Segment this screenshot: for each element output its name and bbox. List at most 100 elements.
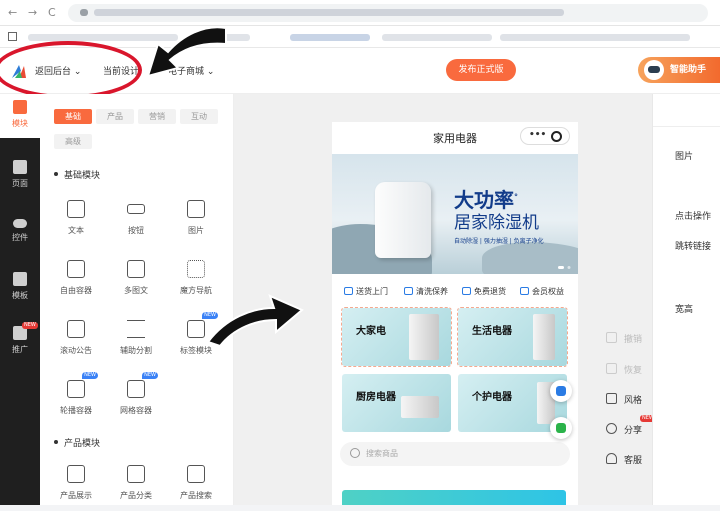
product-search-icon <box>187 465 205 483</box>
chip-marketing[interactable]: 营销 <box>138 109 176 124</box>
cleaning-icon <box>404 287 413 295</box>
site-settings-icon[interactable] <box>80 9 88 16</box>
shirt-icon <box>606 393 617 404</box>
apps-grid-icon[interactable] <box>8 32 17 41</box>
module-button[interactable]: 按钮 <box>108 194 164 246</box>
prop-image: 图片 <box>675 152 694 162</box>
banner-tagline: 自动除湿 | 强力抽湿 | 负离子净化 <box>454 238 544 245</box>
rock-shape <box>482 242 578 274</box>
phone-call-icon <box>556 386 566 396</box>
category-card[interactable]: 厨房电器 <box>342 374 451 432</box>
redo-button[interactable]: 恢复 <box>600 361 652 381</box>
toggle-icon <box>13 219 27 228</box>
share-button[interactable]: 分享 NEW <box>600 415 656 441</box>
left-nav-rail: 模块 页面 控件 模板 推广 NEW <box>0 94 40 505</box>
product-display-icon <box>67 465 85 483</box>
module-carousel[interactable]: 轮播容器 NEW <box>48 372 104 426</box>
undo-button[interactable]: 撤销 <box>600 330 652 350</box>
prop-jump-link: 跳转链接 <box>675 242 712 252</box>
reload-icon[interactable]: C <box>48 6 56 19</box>
text-icon <box>67 200 85 218</box>
rail-item-module[interactable]: 模块 <box>0 94 40 138</box>
category-card[interactable]: 生活电器 <box>457 307 568 367</box>
module-text[interactable]: 文本 <box>48 194 104 246</box>
module-grid-container[interactable]: 网格容器 NEW <box>108 372 164 426</box>
module-product-display[interactable]: 产品展示 <box>48 459 104 511</box>
product-category-icon <box>127 465 145 483</box>
rail-item-control[interactable]: 控件 <box>0 210 40 254</box>
service-cleaning: 清洗保养 <box>404 286 448 297</box>
dehumidifier-image <box>375 182 431 258</box>
prop-click-action: 点击操作 <box>675 212 712 222</box>
rail-item-promote[interactable]: 推广 NEW <box>0 320 40 364</box>
notice-icon <box>67 320 85 338</box>
back-icon[interactable]: ← <box>8 6 17 19</box>
cube-nav-icon <box>187 260 205 278</box>
customer-service-button[interactable]: 客服 <box>600 451 652 471</box>
annotation-ellipse <box>0 41 142 99</box>
chip-basic[interactable]: 基础 <box>54 109 92 124</box>
close-icon[interactable] <box>551 131 562 142</box>
module-icon <box>13 100 27 114</box>
phone-float-button[interactable] <box>550 380 572 402</box>
new-badge: NEW <box>82 372 98 379</box>
annotation-arrow <box>146 26 227 78</box>
return-icon <box>462 287 471 295</box>
module-divider[interactable]: 辅助分割 <box>108 314 164 366</box>
oven-image <box>401 396 439 418</box>
appliance-image <box>533 314 555 360</box>
module-product-category[interactable]: 产品分类 <box>108 459 164 511</box>
next-section-preview <box>342 490 566 505</box>
button-icon <box>127 204 145 214</box>
rail-item-template[interactable]: 模板 <box>0 266 40 310</box>
diamond-icon <box>520 287 529 295</box>
forward-icon[interactable]: → <box>28 6 37 19</box>
truck-icon <box>344 287 353 295</box>
module-multi-image[interactable]: 多图文 <box>108 254 164 306</box>
module-free-container[interactable]: 自由容器 <box>48 254 104 306</box>
wechat-icon <box>556 423 566 433</box>
chip-advanced[interactable]: 高级 <box>54 134 92 149</box>
divider <box>653 126 720 127</box>
search-icon <box>350 448 360 458</box>
service-membership: 会员权益 <box>520 286 564 297</box>
service-bar: 送货上门 清洗保养 免费退货 会员权益 <box>332 280 578 302</box>
browser-toolbar: ← → C <box>0 0 720 26</box>
banner-image[interactable]: 大功率° 居家除湿机 自动除湿 | 强力抽湿 | 负离子净化 <box>332 154 578 274</box>
new-badge: NEW <box>142 372 158 379</box>
grid-container-icon <box>127 380 145 398</box>
module-image[interactable]: 图片 <box>168 194 224 246</box>
chip-product[interactable]: 产品 <box>96 109 134 124</box>
fridge-image <box>409 314 439 360</box>
basic-modules-title: 基础模块 <box>53 168 100 181</box>
multi-image-icon <box>127 260 145 278</box>
more-icon[interactable]: ••• <box>529 130 546 140</box>
headset-icon <box>606 453 617 464</box>
robot-icon <box>644 60 664 80</box>
style-button[interactable]: 风格 <box>600 391 652 411</box>
phone-preview: 家用电器 ••• 大功率° 居家除湿机 自动除湿 | 强力抽湿 | 负离子净化 … <box>332 122 578 505</box>
chip-interactive[interactable]: 互动 <box>180 109 218 124</box>
template-icon <box>13 272 27 286</box>
carousel-dots-icon <box>558 266 571 269</box>
category-card[interactable]: 大家电 <box>341 307 452 367</box>
ai-assistant-button[interactable]: 智能助手 <box>638 57 720 83</box>
divider-icon <box>127 320 145 338</box>
mini-program-capsule[interactable]: ••• <box>520 127 570 145</box>
image-icon <box>187 200 205 218</box>
product-search-bar[interactable]: 搜索商品 <box>340 442 570 466</box>
redo-icon <box>606 363 617 374</box>
rail-item-page[interactable]: 页面 <box>0 154 40 198</box>
service-returns: 免费退货 <box>462 286 506 297</box>
prop-size: 宽高 <box>675 305 694 315</box>
carousel-icon <box>67 380 85 398</box>
module-notice[interactable]: 滚动公告 <box>48 314 104 366</box>
undo-icon <box>606 332 617 343</box>
banner-subline: 居家除湿机 <box>454 213 539 233</box>
publish-button[interactable]: 发布正式版 <box>446 59 516 81</box>
page-icon <box>13 160 27 174</box>
module-product-search[interactable]: 产品搜索 <box>168 459 224 511</box>
wechat-float-button[interactable] <box>550 417 572 439</box>
share-icon <box>606 423 617 434</box>
annotation-arrow <box>206 294 304 348</box>
